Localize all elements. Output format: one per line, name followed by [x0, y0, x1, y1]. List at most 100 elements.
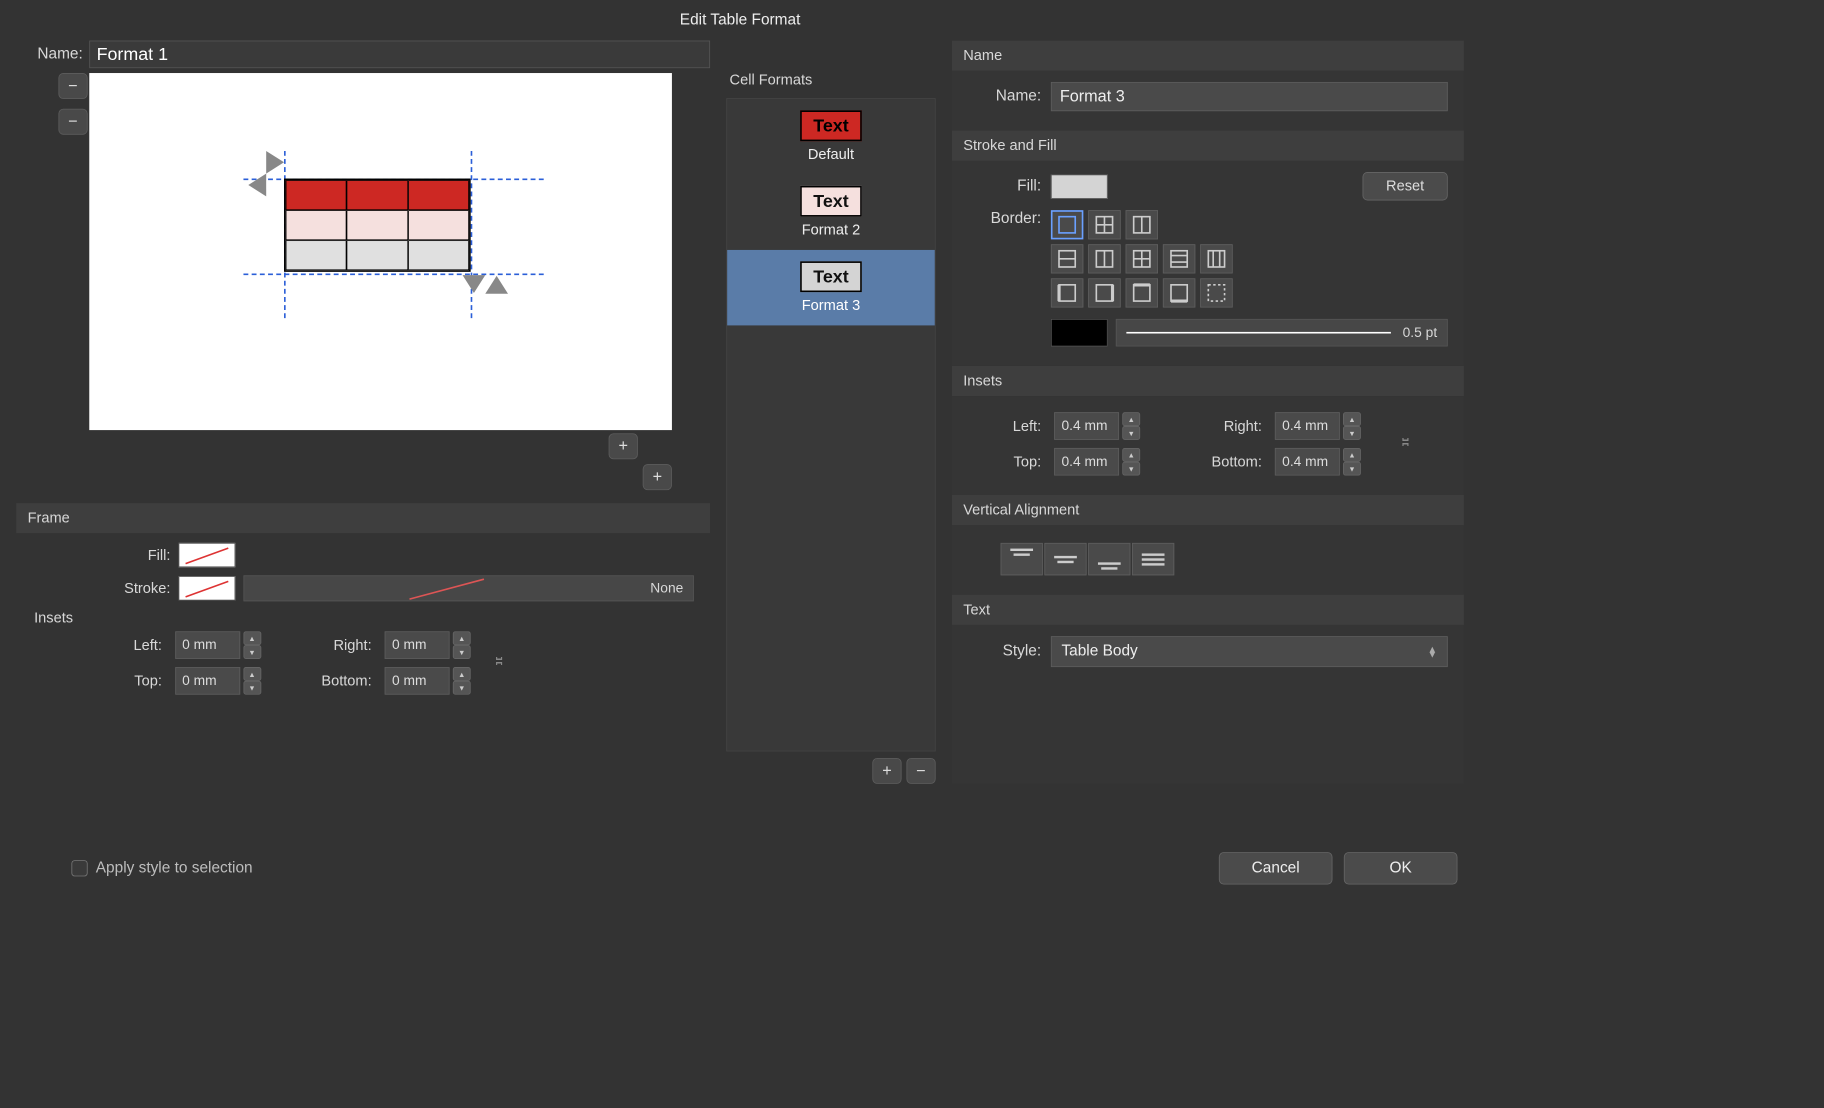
frame-stroke-style[interactable]: None — [243, 575, 693, 601]
right-right-input[interactable] — [1275, 412, 1340, 440]
text-header: Text — [952, 595, 1464, 625]
right-insets-header: Insets — [952, 366, 1464, 396]
spinner-up-icon[interactable]: ▲ — [1122, 448, 1140, 462]
spinner-up-icon[interactable]: ▲ — [453, 667, 471, 681]
cancel-button[interactable]: Cancel — [1219, 852, 1333, 884]
dialog-title: Edit Table Format — [0, 0, 1480, 41]
style-label: Style: — [968, 643, 1041, 661]
add-col-button[interactable]: + — [643, 464, 672, 490]
cell-format-item-format3[interactable]: Text Format 3 — [727, 250, 935, 325]
cell-format-item-default[interactable]: Text Default — [727, 99, 935, 174]
valign-middle-button[interactable] — [1044, 543, 1086, 575]
border-grid5-button[interactable] — [1200, 244, 1232, 273]
remove-format-button[interactable]: − — [906, 758, 935, 784]
spinner-down-icon[interactable]: ▼ — [453, 645, 471, 659]
format-chip: Text — [800, 110, 861, 141]
border-none-button[interactable] — [1200, 278, 1232, 307]
right-fill-label: Fill: — [968, 177, 1041, 195]
add-row-button[interactable]: + — [609, 433, 638, 459]
right-top-label: Top: — [968, 453, 1041, 470]
table-preview[interactable] — [89, 73, 672, 430]
right-name-label: Name: — [968, 88, 1041, 106]
remove-col-button[interactable]: − — [58, 73, 87, 99]
border-weight-dropdown[interactable]: 0.5 pt — [1116, 319, 1448, 347]
frame-bottom-input[interactable] — [385, 667, 450, 695]
valign-bottom-button[interactable] — [1088, 543, 1130, 575]
right-bottom-input[interactable] — [1275, 448, 1340, 476]
chevron-updown-icon: ▲▼ — [1428, 647, 1438, 657]
right-name-header: Name — [952, 41, 1464, 71]
frame-fill-swatch[interactable] — [179, 543, 236, 567]
frame-top-label: Top: — [89, 672, 162, 689]
spinner-down-icon[interactable]: ▼ — [1122, 462, 1140, 476]
frame-header: Frame — [16, 503, 710, 533]
border-top-button[interactable] — [1126, 278, 1158, 307]
border-right-button[interactable] — [1088, 278, 1120, 307]
cell-format-name-input[interactable] — [1051, 82, 1448, 111]
border-grid4-button[interactable] — [1163, 244, 1195, 273]
border-grid3-button[interactable] — [1126, 244, 1158, 273]
stroke-fill-header: Stroke and Fill — [952, 131, 1464, 161]
spinner-down-icon[interactable]: ▼ — [243, 645, 261, 659]
right-top-field[interactable]: ▲▼ — [1054, 448, 1159, 476]
right-left-field[interactable]: ▲▼ — [1054, 412, 1159, 440]
spinner-down-icon[interactable]: ▼ — [1122, 426, 1140, 440]
right-left-input[interactable] — [1054, 412, 1119, 440]
border-inner-button[interactable] — [1126, 210, 1158, 239]
border-all-button[interactable] — [1051, 210, 1083, 239]
spinner-down-icon[interactable]: ▼ — [243, 681, 261, 695]
frame-right-input[interactable] — [385, 631, 450, 659]
text-style-value: Table Body — [1061, 643, 1137, 661]
valign-justify-button[interactable] — [1132, 543, 1174, 575]
ok-button[interactable]: OK — [1344, 852, 1458, 884]
border-color-swatch[interactable] — [1051, 319, 1108, 347]
border-outer-button[interactable] — [1088, 210, 1120, 239]
spinner-down-icon[interactable]: ▼ — [1343, 426, 1361, 440]
format-name-input[interactable] — [89, 41, 710, 69]
valign-top-button[interactable] — [1001, 543, 1043, 575]
frame-top-input[interactable] — [175, 667, 240, 695]
right-top-input[interactable] — [1054, 448, 1119, 476]
right-right-label: Right: — [1173, 418, 1262, 435]
frame-right-field[interactable]: ▲▼ — [385, 631, 474, 659]
spinner-up-icon[interactable]: ▲ — [1343, 412, 1361, 426]
add-format-button[interactable]: + — [872, 758, 901, 784]
text-style-select[interactable]: Table Body ▲▼ — [1051, 636, 1448, 667]
valign-header: Vertical Alignment — [952, 495, 1464, 525]
spinner-down-icon[interactable]: ▼ — [1343, 462, 1361, 476]
frame-left-field[interactable]: ▲▼ — [175, 631, 264, 659]
cell-format-item-format2[interactable]: Text Format 2 — [727, 174, 935, 249]
right-bottom-field[interactable]: ▲▼ — [1275, 448, 1380, 476]
apply-style-checkbox[interactable]: Apply style to selection — [71, 859, 252, 877]
apply-style-label: Apply style to selection — [96, 859, 253, 877]
spinner-down-icon[interactable]: ▼ — [453, 681, 471, 695]
format-chip: Text — [800, 186, 861, 217]
spinner-up-icon[interactable]: ▲ — [1122, 412, 1140, 426]
checkbox-icon — [71, 860, 87, 876]
spinner-up-icon[interactable]: ▲ — [453, 631, 471, 645]
cell-formats-list: Text Default Text Format 2 Text Format 3 — [726, 98, 935, 751]
spinner-up-icon[interactable]: ▲ — [243, 631, 261, 645]
frame-right-label: Right: — [277, 637, 372, 654]
border-bottom-button[interactable] — [1163, 278, 1195, 307]
remove-row-button[interactable]: − — [58, 109, 87, 135]
border-left-button[interactable] — [1051, 278, 1083, 307]
frame-left-input[interactable] — [175, 631, 240, 659]
reset-button[interactable]: Reset — [1362, 172, 1447, 200]
format-caption: Format 2 — [727, 222, 935, 239]
spinner-up-icon[interactable]: ▲ — [243, 667, 261, 681]
frame-bottom-label: Bottom: — [277, 672, 372, 689]
right-fill-swatch[interactable] — [1051, 174, 1108, 198]
border-grid2-button[interactable] — [1088, 244, 1120, 273]
frame-bottom-field[interactable]: ▲▼ — [385, 667, 474, 695]
border-grid1-button[interactable] — [1051, 244, 1083, 273]
link-insets-icon[interactable]: ⎶ — [1393, 435, 1417, 454]
frame-stroke-swatch[interactable] — [179, 576, 236, 600]
name-label: Name: — [16, 45, 83, 63]
frame-top-field[interactable]: ▲▼ — [175, 667, 264, 695]
format-caption: Format 3 — [727, 297, 935, 314]
right-right-field[interactable]: ▲▼ — [1275, 412, 1380, 440]
spinner-up-icon[interactable]: ▲ — [1343, 448, 1361, 462]
frame-stroke-value: None — [650, 580, 683, 596]
link-insets-icon[interactable]: ⎶ — [487, 654, 511, 673]
